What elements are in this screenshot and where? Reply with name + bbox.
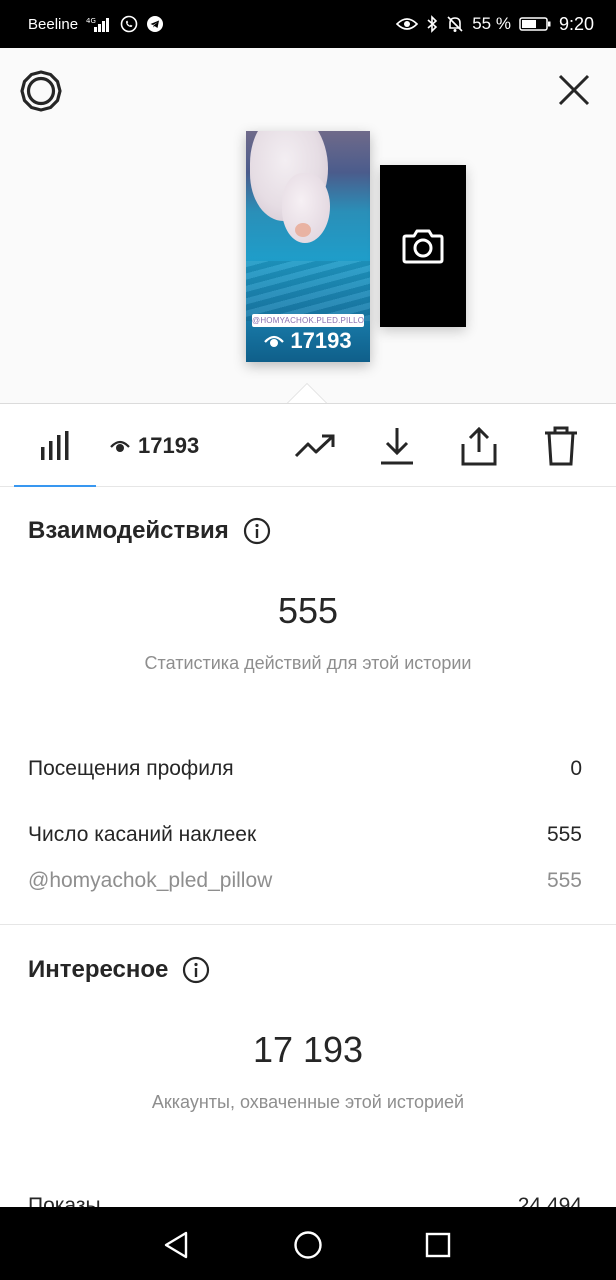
viewers-button[interactable]: 17193 [110,404,199,487]
recents-square-icon [425,1232,451,1258]
viewers-count: 17193 [138,432,200,458]
stat-value: 555 [546,823,582,846]
close-icon [558,74,590,106]
discovery-caption: Аккаунты, охваченные этой историей [151,1092,465,1112]
discovery-title-text: Интересное [28,956,169,983]
gear-icon [20,70,62,112]
story-blanket-texture [246,261,370,321]
section-divider [0,924,616,925]
svg-text:4G: 4G [86,17,96,25]
promote-button[interactable] [293,424,337,468]
trash-icon [545,426,577,466]
stat-row-profile-visits: Посещения профиля 0 [28,757,582,781]
stat-label: Число касаний наклеек [28,823,257,846]
stat-label: Посещения профиля [28,757,234,780]
story-mention-sticker: @HOMYACHOK.PLED.PILLOW [252,314,364,327]
close-button[interactable] [556,72,592,108]
tab-insights[interactable] [14,404,96,487]
story-thumbnail[interactable]: @HOMYACHOK.PLED.PILLOW 17193 [246,131,370,362]
story-views-value: 17193 [290,328,352,353]
stat-row-sticker-taps: Число касаний наклеек 555 [28,823,582,847]
story-view-count: 17193 [246,328,370,354]
home-circle-icon [294,1231,322,1259]
carrier-label: Beeline [28,15,79,33]
eye-comfort-icon [396,16,419,32]
signal-icon: 4G [86,15,112,33]
back-button[interactable] [158,1227,194,1263]
stat-value: 555 [546,869,582,892]
home-button[interactable] [290,1227,326,1263]
interactions-title-text: Взаимодействия [28,517,229,544]
stat-label: @homyachok_pled_pillow [28,869,273,892]
whatsapp-icon [120,15,138,33]
share-button[interactable] [457,424,501,468]
download-button[interactable] [375,424,419,468]
caret [287,384,327,404]
delete-button[interactable] [539,424,583,468]
stat-value: 0 [570,757,582,780]
navigation-bar [0,1207,616,1280]
camera-icon [402,229,444,264]
clock: 9:20 [558,13,594,34]
interactions-title: Взаимодействия [28,517,271,545]
back-triangle-icon [164,1231,188,1259]
story-toolbar: 17193 [0,403,616,487]
settings-button[interactable] [20,70,62,112]
eye-icon [264,335,285,347]
interactions-caption: Статистика действий для этой истории [144,653,472,673]
info-icon[interactable] [182,956,210,984]
info-icon[interactable] [243,517,271,545]
bell-off-icon [446,15,464,33]
bluetooth-icon [426,15,438,33]
tab-active-indicator [14,485,96,487]
status-left: Beeline 4G [28,15,164,33]
discovery-title: Интересное [28,956,210,984]
trending-icon [294,434,335,458]
eye-icon [110,440,130,452]
stat-row-mention: @homyachok_pled_pillow 555 [28,869,582,893]
interactions-total: 555 [277,590,339,631]
status-bar: Beeline 4G 55 % 9:20 [0,0,616,48]
story-preview-area: @HOMYACHOK.PLED.PILLOW 17193 [0,48,616,404]
download-icon [381,428,413,465]
battery-percent: 55 % [472,14,511,33]
bar-chart-icon [41,430,69,460]
story-image-accent [295,223,311,237]
add-story-card[interactable] [380,165,466,327]
recents-button[interactable] [420,1227,456,1263]
status-right: 55 % 9:20 [396,14,594,35]
share-icon [461,426,497,466]
discovery-total: 17 193 [252,1029,364,1070]
telegram-icon [146,15,164,33]
battery-icon [519,16,551,32]
